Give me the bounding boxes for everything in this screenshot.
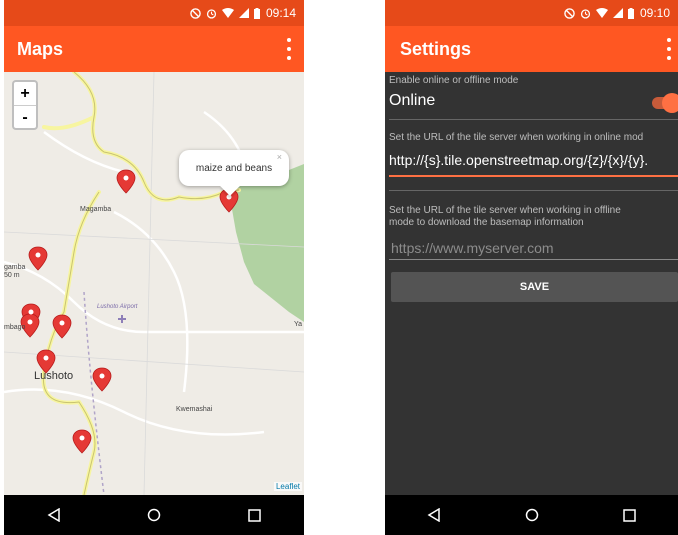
divider: [389, 119, 678, 120]
map-tiles: [4, 72, 304, 495]
home-icon[interactable]: [147, 508, 161, 522]
navigation-bar: [385, 495, 678, 535]
overflow-menu-icon[interactable]: [666, 38, 672, 60]
mode-value: Online: [389, 92, 436, 109]
online-url-label: Set the URL of the tile server when work…: [389, 132, 644, 143]
offline-url-input[interactable]: https://www.myserver.com: [391, 240, 678, 256]
battery-icon: [627, 7, 634, 19]
map-view[interactable]: Magamba Lushoto Airport Lushoto Kwemasha…: [4, 72, 304, 495]
page-title: Maps: [17, 38, 64, 59]
app-bar: Settings: [385, 26, 678, 72]
popup-close-button[interactable]: ×: [277, 152, 282, 162]
app-bar: Maps: [4, 26, 304, 72]
zoom-control: + -: [12, 80, 38, 130]
marker-popup: maize and beans ×: [179, 150, 289, 196]
map-label-airport: Lushoto Airport: [97, 304, 138, 310]
status-time: 09:14: [265, 6, 296, 20]
wifi-icon: [221, 8, 234, 18]
alarm-icon: [580, 8, 591, 19]
zoom-in-button[interactable]: +: [14, 82, 36, 106]
signal-icon: [612, 8, 623, 18]
battery-icon: [253, 7, 260, 19]
map-label-mbago: mbago: [4, 324, 26, 331]
map-label-gamba-elevation: 50 m: [4, 272, 20, 279]
map-label-gamba: gamba: [4, 264, 26, 271]
status-bar: 09:14: [4, 0, 304, 26]
recents-icon[interactable]: [248, 508, 261, 522]
dnd-icon: [564, 7, 575, 19]
wifi-icon: [595, 8, 608, 18]
page-title: Settings: [400, 38, 472, 59]
settings-screen: 09:10 Settings Enable online or offline …: [385, 0, 678, 535]
map-label-ya: Ya: [294, 321, 303, 328]
offline-url-label-line2: mode to download the basemap information: [389, 217, 584, 228]
home-icon[interactable]: [525, 508, 539, 522]
map-label-magamba: Magamba: [80, 206, 112, 213]
divider: [389, 190, 678, 191]
popup-text: maize and beans: [195, 162, 273, 174]
dnd-icon: [190, 7, 201, 19]
signal-icon: [238, 8, 249, 18]
settings-panel: Enable online or offline mode Online Set…: [385, 72, 678, 495]
online-url-input[interactable]: http://{s}.tile.openstreetmap.org/{z}/{x…: [389, 152, 678, 172]
save-button[interactable]: SAVE: [391, 272, 678, 302]
offline-url-label-line1: Set the URL of the tile server when work…: [389, 205, 621, 216]
status-bar: 09:10: [385, 0, 678, 26]
mode-label: Enable online or offline mode: [389, 75, 519, 86]
attribution-link[interactable]: Leaflet: [273, 482, 302, 491]
maps-screen: 09:14 Maps Magamba Lushoto Airport Lusho…: [4, 0, 304, 535]
recents-icon[interactable]: [623, 508, 636, 522]
map-label-kwemashai: Kwemashai: [176, 406, 213, 413]
offline-url-underline: [389, 259, 678, 260]
back-icon[interactable]: [47, 508, 61, 522]
navigation-bar: [4, 495, 304, 535]
alarm-icon: [206, 8, 217, 19]
zoom-out-button[interactable]: -: [14, 106, 36, 129]
back-icon[interactable]: [427, 508, 441, 522]
status-time: 09:10: [639, 6, 670, 20]
map-label-lushoto: Lushoto: [34, 370, 74, 382]
overflow-menu-icon[interactable]: [286, 38, 292, 60]
online-url-underline: [389, 175, 678, 177]
